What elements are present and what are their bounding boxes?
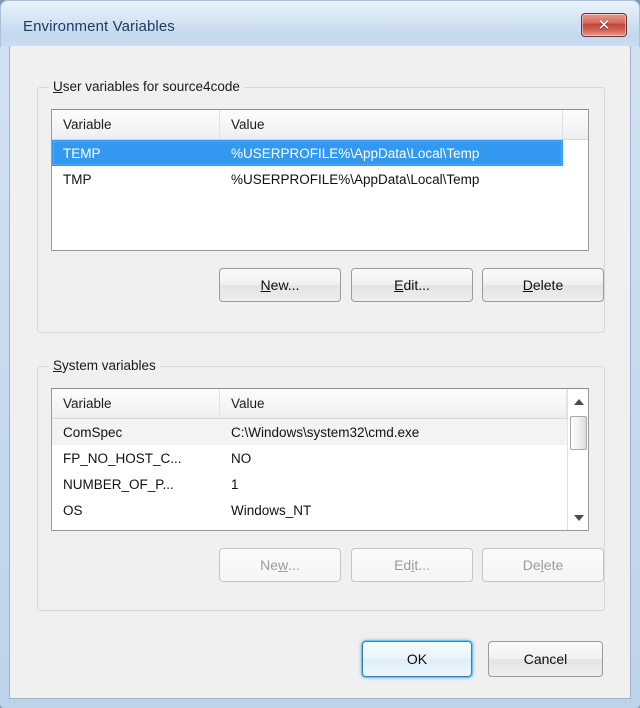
title-bar[interactable]: Environment Variables ✕ xyxy=(0,0,640,47)
system-legend-rest: ystem variables xyxy=(62,358,156,373)
ok-button[interactable]: OK xyxy=(362,641,472,677)
user-legend-accel: U xyxy=(53,79,63,94)
scroll-up-arrow-icon[interactable] xyxy=(568,391,588,412)
system-legend-accel: S xyxy=(53,358,63,373)
table-row[interactable]: ComSpec C:\Windows\system32\cmd.exe xyxy=(52,419,567,445)
system-new-label-pre: Ne xyxy=(260,557,279,573)
user-delete-label-post: elete xyxy=(532,277,564,293)
user-delete-accel: D xyxy=(522,277,533,293)
cancel-button[interactable]: Cancel xyxy=(488,641,603,677)
user-legend-rest: ser variables for source4code xyxy=(62,79,240,94)
table-row[interactable]: OS Windows_NT xyxy=(52,497,567,523)
dialog-body: User variables for source4code Variable … xyxy=(9,46,631,699)
system-row-variable: OS xyxy=(63,502,83,518)
system-row-variable: ComSpec xyxy=(63,424,123,440)
system-delete-label-pre: De xyxy=(522,557,541,573)
system-row-value: NO xyxy=(231,450,252,466)
scrollbar-thumb[interactable] xyxy=(570,416,587,450)
system-row-variable: FP_NO_HOST_C... xyxy=(63,450,182,466)
system-column-variable[interactable]: Variable xyxy=(52,389,220,418)
system-new-accel: w xyxy=(278,557,289,573)
system-edit-label-post: t... xyxy=(414,557,430,573)
system-row-value: 1 xyxy=(231,476,239,492)
system-delete-button[interactable]: De l ete xyxy=(482,548,604,582)
user-row-variable: TMP xyxy=(63,171,92,187)
system-list-header: Variable Value xyxy=(52,389,588,419)
user-column-filler[interactable] xyxy=(563,110,588,139)
system-edit-label-pre: Ed xyxy=(394,557,412,573)
system-variables-listview[interactable]: Variable Value ComSpec C:\Windows\system… xyxy=(51,388,589,531)
close-icon: ✕ xyxy=(597,15,611,34)
system-row-value: Windows_NT xyxy=(231,502,312,518)
system-list-scrollbar[interactable] xyxy=(567,389,588,530)
system-row-value: C:\Windows\system32\cmd.exe xyxy=(231,424,420,440)
user-row-variable: TEMP xyxy=(63,145,101,161)
environment-variables-window: Environment Variables ✕ User variables f… xyxy=(0,0,640,708)
system-row-variable: NUMBER_OF_P... xyxy=(63,476,174,492)
table-row[interactable]: FP_NO_HOST_C... NO xyxy=(52,445,567,471)
system-edit-button[interactable]: Ed i t... xyxy=(351,548,473,582)
system-variables-group: System variables Variable Value ComSpec … xyxy=(37,358,605,611)
system-column-value[interactable]: Value xyxy=(220,389,567,418)
user-delete-button[interactable]: Delete xyxy=(482,268,604,302)
table-row[interactable]: TMP %USERPROFILE%\AppData\Local\Temp xyxy=(52,166,563,192)
system-new-label-post: ... xyxy=(288,557,300,573)
user-new-accel: N xyxy=(260,277,271,293)
user-list-header: Variable Value xyxy=(52,110,588,140)
close-button[interactable]: ✕ xyxy=(581,13,627,37)
user-list-body: TEMP %USERPROFILE%\AppData\Local\Temp TM… xyxy=(52,140,588,192)
user-row-value: %USERPROFILE%\AppData\Local\Temp xyxy=(231,171,480,187)
user-column-variable[interactable]: Variable xyxy=(52,110,220,139)
user-edit-label-post: dit... xyxy=(403,277,430,293)
user-row-value: %USERPROFILE%\AppData\Local\Temp xyxy=(231,145,480,161)
user-new-label-post: ew... xyxy=(270,277,300,293)
user-variables-listview[interactable]: Variable Value TEMP %USERPROFILE%\AppDat… xyxy=(51,109,589,251)
system-variables-legend: System variables xyxy=(49,358,160,373)
system-new-button[interactable]: Ne w... xyxy=(219,548,341,582)
user-new-button[interactable]: New... xyxy=(219,268,341,302)
user-variables-legend: User variables for source4code xyxy=(49,79,244,94)
table-row[interactable]: NUMBER_OF_P... 1 xyxy=(52,471,567,497)
system-list-body: ComSpec C:\Windows\system32\cmd.exe FP_N… xyxy=(52,419,588,523)
user-variables-group: User variables for source4code Variable … xyxy=(37,79,605,333)
user-edit-accel: E xyxy=(394,277,404,293)
user-edit-button[interactable]: Edit... xyxy=(351,268,473,302)
window-title: Environment Variables xyxy=(23,18,175,35)
scroll-down-arrow-icon[interactable] xyxy=(568,507,588,528)
user-column-value[interactable]: Value xyxy=(220,110,563,139)
system-delete-label-post: ete xyxy=(543,557,564,573)
table-row[interactable]: TEMP %USERPROFILE%\AppData\Local\Temp xyxy=(52,140,563,166)
